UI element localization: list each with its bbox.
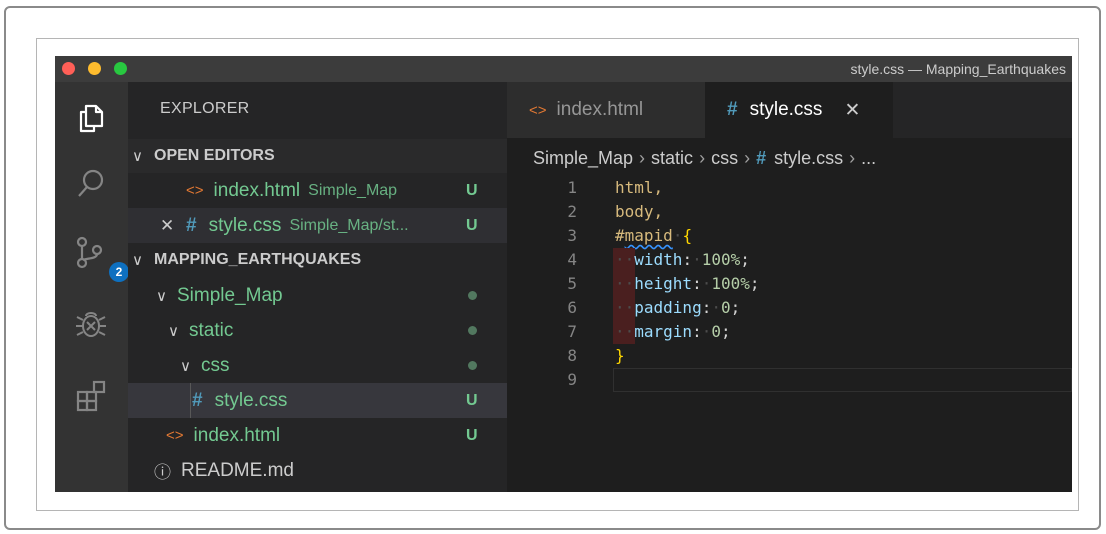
info-icon: ⓘ xyxy=(154,463,171,482)
close-brace: } xyxy=(615,346,625,365)
chevron-right-icon: › xyxy=(699,148,706,168)
tree-file-style-css[interactable]: # style.css U xyxy=(128,383,507,418)
tab-index-html[interactable]: <> index.html xyxy=(507,82,705,138)
chevron-down-icon: ∨ xyxy=(180,357,191,375)
close-editor-icon[interactable]: ✕ xyxy=(160,216,174,236)
chevron-right-icon: › xyxy=(744,148,751,168)
untracked-status: U xyxy=(466,181,478,199)
minimize-window-button[interactable] xyxy=(88,62,101,75)
value: 0 xyxy=(711,322,721,341)
debug-icon[interactable] xyxy=(73,306,109,342)
value: 100% xyxy=(711,274,750,293)
open-editor-item-style[interactable]: ✕ # style.css Simple_Map/st... U xyxy=(128,208,507,243)
open-editor-item-index[interactable]: <> index.html Simple_Map U xyxy=(128,173,507,208)
tree-file-index-html[interactable]: <> index.html U xyxy=(128,418,507,453)
window-title: style.css — Mapping_Earthquakes xyxy=(850,61,1066,77)
modified-dot xyxy=(468,291,477,300)
untracked-status: U xyxy=(466,391,478,409)
workspace-header[interactable]: ∨ MAPPING_EARTHQUAKES xyxy=(128,243,507,277)
code-line: 7 ··margin:·0; xyxy=(507,320,1072,344)
css-file-icon: # xyxy=(727,99,738,120)
files-icon[interactable] xyxy=(73,100,109,136)
css-file-icon: # xyxy=(756,148,767,168)
css-file-icon: # xyxy=(192,389,203,411)
line-number: 7 xyxy=(567,322,577,341)
tree-folder-css[interactable]: ∨ css xyxy=(128,348,507,383)
explorer-sidebar: EXPLORER ∨ OPEN EDITORS <> index.html Si… xyxy=(128,82,507,492)
selector: html, xyxy=(615,178,664,197)
close-tab-icon[interactable]: ✕ xyxy=(844,99,860,122)
selector: body, xyxy=(615,202,664,221)
line-number: 8 xyxy=(567,346,577,365)
open-brace: { xyxy=(682,226,693,245)
tab-style-css[interactable]: # style.css ✕ xyxy=(705,82,893,138)
chevron-down-icon: ∨ xyxy=(168,322,179,340)
tree-folder-simple-map[interactable]: ∨ Simple_Map xyxy=(128,278,507,313)
value: 0 xyxy=(720,298,731,317)
line-number: 6 xyxy=(567,298,577,317)
html-file-icon: <> xyxy=(529,101,547,119)
breadcrumb-item[interactable]: Simple_Map xyxy=(533,148,633,168)
code-line: 8 } xyxy=(507,344,1072,368)
property: height xyxy=(634,274,693,293)
tab-bar: <> index.html # style.css ✕ xyxy=(507,82,1072,138)
search-icon[interactable] xyxy=(73,166,109,202)
css-file-icon: # xyxy=(186,214,197,236)
breadcrumb-item[interactable]: ... xyxy=(861,148,876,168)
breadcrumb-item[interactable]: css xyxy=(711,148,738,168)
chevron-down-icon: ∨ xyxy=(132,148,143,165)
untracked-status: U xyxy=(466,216,478,234)
line-number: 3 xyxy=(567,226,577,245)
line-number: 1 xyxy=(567,178,577,197)
code-line: 4 ··width:·100%; xyxy=(507,248,1072,272)
tree-folder-static[interactable]: ∨ static xyxy=(128,313,507,348)
breadcrumb-item[interactable]: style.css xyxy=(774,148,843,168)
vscode-window: style.css — Mapping_Earthquakes 2 EXPLOR… xyxy=(55,56,1072,492)
value: 100% xyxy=(701,250,741,269)
open-editors-header[interactable]: ∨ OPEN EDITORS xyxy=(128,139,507,173)
tree-file-readme[interactable]: ⓘ README.md xyxy=(128,453,507,488)
line-number: 9 xyxy=(567,370,577,389)
breadcrumb: Simple_Map › static › css › # style.css ›... xyxy=(533,148,876,169)
close-window-button[interactable] xyxy=(62,62,75,75)
property: padding xyxy=(634,298,702,317)
activity-bar: 2 xyxy=(55,82,129,492)
html-file-icon: <> xyxy=(186,182,204,199)
modified-dot xyxy=(468,326,477,335)
code-line: 3 #mapid·{ xyxy=(507,224,1072,248)
source-control-icon[interactable]: 2 xyxy=(73,234,129,282)
chevron-down-icon: ∨ xyxy=(132,252,143,269)
line-number: 4 xyxy=(567,250,577,269)
property: width xyxy=(634,250,683,269)
extensions-icon[interactable] xyxy=(73,378,109,414)
current-line-highlight xyxy=(613,368,1072,392)
modified-dot xyxy=(468,361,477,370)
explorer-title: EXPLORER xyxy=(160,100,250,117)
tree-indent-guide xyxy=(190,383,191,418)
code-line: 2 body, xyxy=(507,200,1072,224)
code-line: 9 xyxy=(507,368,1072,392)
code-line: 1 html, xyxy=(507,176,1072,200)
editor-pane: <> index.html # style.css ✕ Simple_Map › s… xyxy=(507,82,1072,492)
breadcrumb-item[interactable]: static xyxy=(651,148,693,168)
code-line: 5 ··height:·100%; xyxy=(507,272,1072,296)
title-bar: style.css — Mapping_Earthquakes xyxy=(55,56,1072,82)
id-selector: mapid xyxy=(624,226,673,245)
html-file-icon: <> xyxy=(166,427,184,444)
chevron-right-icon: › xyxy=(849,148,856,168)
chevron-right-icon: › xyxy=(639,148,646,168)
source-control-badge: 2 xyxy=(109,262,129,282)
property: margin xyxy=(634,322,693,341)
code-line: 6 ··padding:·0; xyxy=(507,296,1072,320)
untracked-status: U xyxy=(466,426,478,444)
line-number: 2 xyxy=(567,202,577,221)
maximize-window-button[interactable] xyxy=(114,62,127,75)
line-number: 5 xyxy=(567,274,577,293)
chevron-down-icon: ∨ xyxy=(156,287,167,305)
